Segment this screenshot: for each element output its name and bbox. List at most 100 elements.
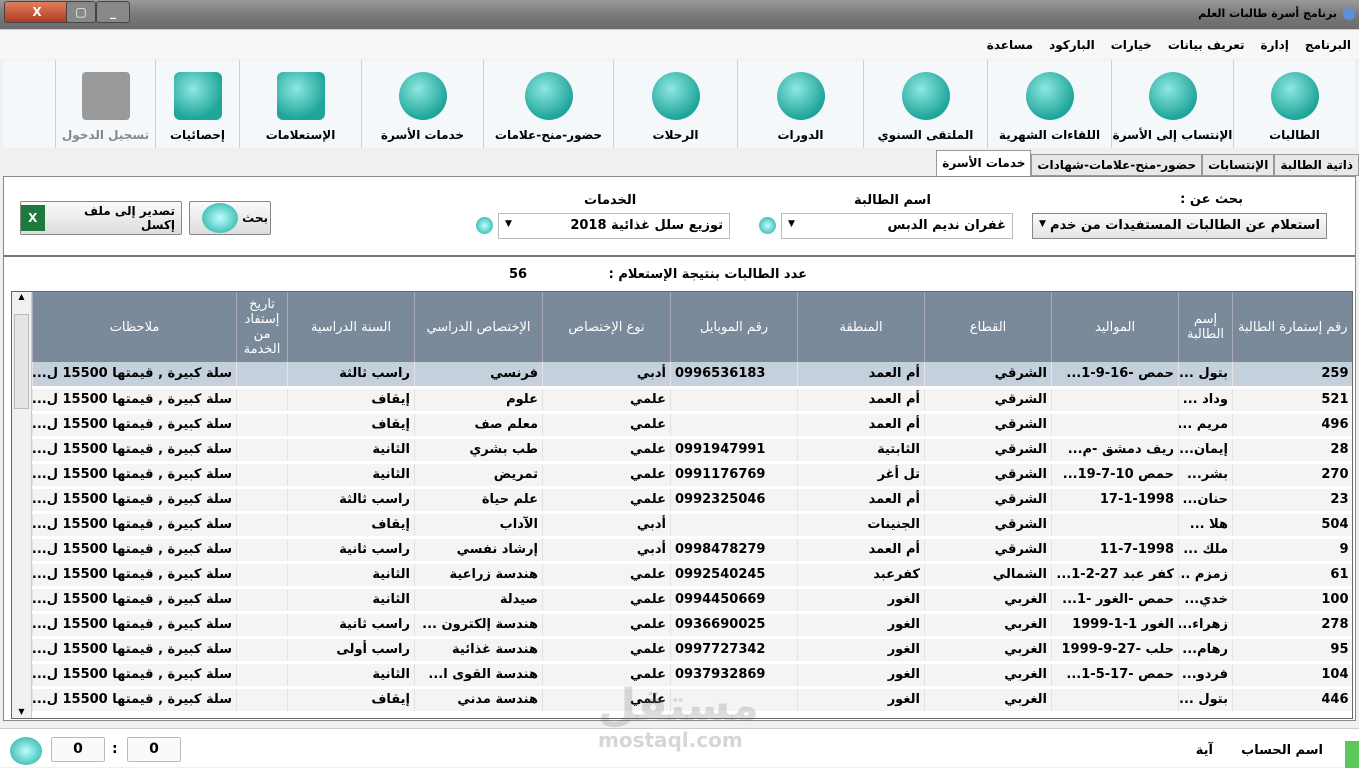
table-cell: الغور [797, 587, 925, 614]
table-cell [670, 687, 798, 714]
restore-button[interactable]: ▢ [66, 1, 96, 23]
column-header[interactable]: الإختصاص الدراسي [414, 292, 543, 362]
tab[interactable]: ذاتية الطالبة [1274, 154, 1359, 176]
table-cell: 446 [1232, 687, 1352, 714]
divider [4, 255, 1355, 257]
menu-item[interactable]: البرنامج [1305, 38, 1351, 52]
table-row[interactable]: 270 بشر... حمص 10-7-19... الشرقي تل أغر 09911… [32, 462, 1352, 489]
toolbar-button[interactable]: الإستعلامات [239, 60, 361, 148]
table-cell: 0937932869 [670, 662, 798, 689]
services-label: الخدمات [584, 193, 637, 208]
table-cell: بشر... [1178, 462, 1233, 489]
menu-item[interactable]: الباركود [1049, 38, 1095, 52]
table-row[interactable]: 504 هلا ... الشرقي الجنينات أدبي الآداب إيقاف س… [32, 512, 1352, 539]
counter-a: 0 [51, 737, 105, 762]
column-header[interactable]: السنة الدراسية [287, 292, 415, 362]
close-button[interactable]: X [4, 1, 70, 23]
menu-item[interactable]: خيارات [1111, 38, 1152, 52]
table-cell: الشرقي [924, 387, 1052, 414]
table-row[interactable]: 100 خدي... حمص -الغور -1... الغربي الغور 0994… [32, 587, 1352, 614]
toolbar-button[interactable]: اللقاءات الشهرية [987, 60, 1111, 148]
table-cell: أم العمد [797, 537, 925, 564]
table-cell: فردو... [1178, 662, 1233, 689]
toolbar-label: خدمات الأسرة [380, 128, 465, 142]
scroll-thumb[interactable] [14, 314, 29, 409]
toolbar-button[interactable]: حضور-منح-علامات [483, 60, 613, 148]
toolbar-button[interactable]: الطالبات [1233, 60, 1355, 148]
search-button[interactable]: بحث [189, 201, 271, 235]
export-excel-button[interactable]: تصدير إلى ملف إكسل X [20, 201, 182, 235]
toolbar-button[interactable]: تسجيل الدخول [55, 60, 155, 148]
table-cell: الغور [797, 612, 925, 639]
table-cell: 23 [1232, 487, 1352, 514]
table-cell: سلة كبيرة , قيمتها 15500 ل... [32, 387, 237, 414]
table-cell: علمي [542, 412, 671, 439]
column-header[interactable]: نوع الإختصاص [542, 292, 671, 362]
table-cell: سلة كبيرة , قيمتها 15500 ل... [32, 637, 237, 664]
column-header[interactable]: رقم الموبايل [670, 292, 798, 362]
table-row[interactable]: 259 بتول ... حمص -16-9-1... الشرقي أم العمد 0… [32, 362, 1352, 389]
table-cell: علمي [542, 612, 671, 639]
table-cell: هندسة القوى ا... [414, 662, 543, 689]
column-header[interactable]: ملاحظات [32, 292, 237, 362]
table-cell [1051, 512, 1179, 539]
menu-item[interactable]: إدارة [1261, 38, 1289, 52]
table-row[interactable]: 28 إيمان... ريف دمشق -م... الشرقي الثابتية 09… [32, 437, 1352, 464]
toolbar-button[interactable]: الدورات [737, 60, 863, 148]
table-row[interactable]: 104 فردو... حمص -17-5-1... الغربي الغور 09379… [32, 662, 1352, 689]
student-name-select[interactable]: غفران نديم الدبس ▼ [781, 213, 1013, 239]
toolbar-button[interactable]: خدمات الأسرة [361, 60, 483, 148]
table-cell: 104 [1232, 662, 1352, 689]
column-header[interactable]: رقم إستمارة الطالبة [1232, 292, 1352, 362]
table-row[interactable]: 9 ملك ... 11-7-1998 الشرقي أم العمد 099847827… [32, 537, 1352, 564]
minimize-button[interactable]: _ [96, 1, 130, 23]
table-cell [236, 637, 288, 664]
table-row[interactable]: 61 زمزم ... كفر عبد 27-2-1... الشمالي كفرعبد… [32, 562, 1352, 589]
table-row[interactable]: 95 رهام... حلب -27-9-1999 الغربي الغور 099772… [32, 637, 1352, 664]
toolbar-button[interactable]: الرحلات [613, 60, 737, 148]
toolbar-label: اللقاءات الشهرية [998, 128, 1101, 142]
search-for-select[interactable]: استعلام عن الطالبات المستفيدات من خدم ▼ [1032, 213, 1327, 239]
table-cell: سلة كبيرة , قيمتها 15500 ل... [32, 537, 237, 564]
toolbar-button[interactable]: الإنتساب إلى الأسرة [1111, 60, 1233, 148]
vertical-scrollbar[interactable]: ▲ ▼ [12, 292, 32, 718]
table-cell: سلة كبيرة , قيمتها 15500 ل... [32, 512, 237, 539]
refresh-student-icon[interactable] [759, 217, 776, 234]
table-row[interactable]: 23 حنان... 17-1-1998 الشرقي أم العمد 09923250… [32, 487, 1352, 514]
table-row[interactable]: 496 مريم ... الشرقي أم العمد علمي معلم صف إيقا… [32, 412, 1352, 439]
table-row[interactable]: 446 بتول ... الغربي الغور علمي هندسة مدني إيقا… [32, 687, 1352, 714]
tab[interactable]: خدمات الأسرة [936, 150, 1032, 176]
menu-item[interactable]: تعريف بيانات [1168, 38, 1245, 52]
table-cell: الغور [797, 637, 925, 664]
table-cell: الغربي [924, 637, 1052, 664]
toolbar-button[interactable]: إحصائيات [155, 60, 239, 148]
table-cell [236, 687, 288, 714]
tab[interactable]: الإنتسابات [1202, 154, 1275, 176]
table-cell: الغور [797, 687, 925, 714]
column-header[interactable]: إسم الطالبة [1178, 292, 1233, 362]
column-header[interactable]: القطاع [924, 292, 1052, 362]
column-header[interactable]: المنطقة [797, 292, 925, 362]
toolbar-label: الإنتساب إلى الأسرة [1112, 128, 1233, 142]
table-cell: سلة كبيرة , قيمتها 15500 ل... [32, 362, 237, 389]
column-header[interactable]: تاريخ إستفاد من الخدمة [236, 292, 288, 362]
table-cell: فرنسي [414, 362, 543, 389]
table-cell: 0991176769 [670, 462, 798, 489]
column-header[interactable]: المواليد [1051, 292, 1179, 362]
account-name-value: آية [1195, 743, 1213, 758]
toolbar-button[interactable]: الملتقى السنوي [863, 60, 987, 148]
toolbar-label: تسجيل الدخول [61, 128, 150, 142]
table-row[interactable]: 521 وداد ... الشرقي أم العمد علمي علوم إيقاف سل… [32, 387, 1352, 414]
table-cell [236, 437, 288, 464]
table-cell: 17-1-1998 [1051, 487, 1179, 514]
table-cell: أم العمد [797, 412, 925, 439]
tab-strip: ذاتية الطالبة الإنتسابات حضور-منح-علامات-ش… [936, 150, 1359, 176]
services-select[interactable]: توزيع سلل غذائية 2018 ▼ [498, 213, 730, 239]
table-cell: 278 [1232, 612, 1352, 639]
table-cell: إيقاف [287, 512, 415, 539]
refresh-services-icon[interactable] [476, 217, 493, 234]
table-cell: علمي [542, 562, 671, 589]
tab[interactable]: حضور-منح-علامات-شهادات [1031, 154, 1203, 176]
menu-item[interactable]: مساعدة [987, 38, 1033, 52]
table-row[interactable]: 278 زهراء... الغور 1-1-1999 الغربي الغور 0936… [32, 612, 1352, 639]
